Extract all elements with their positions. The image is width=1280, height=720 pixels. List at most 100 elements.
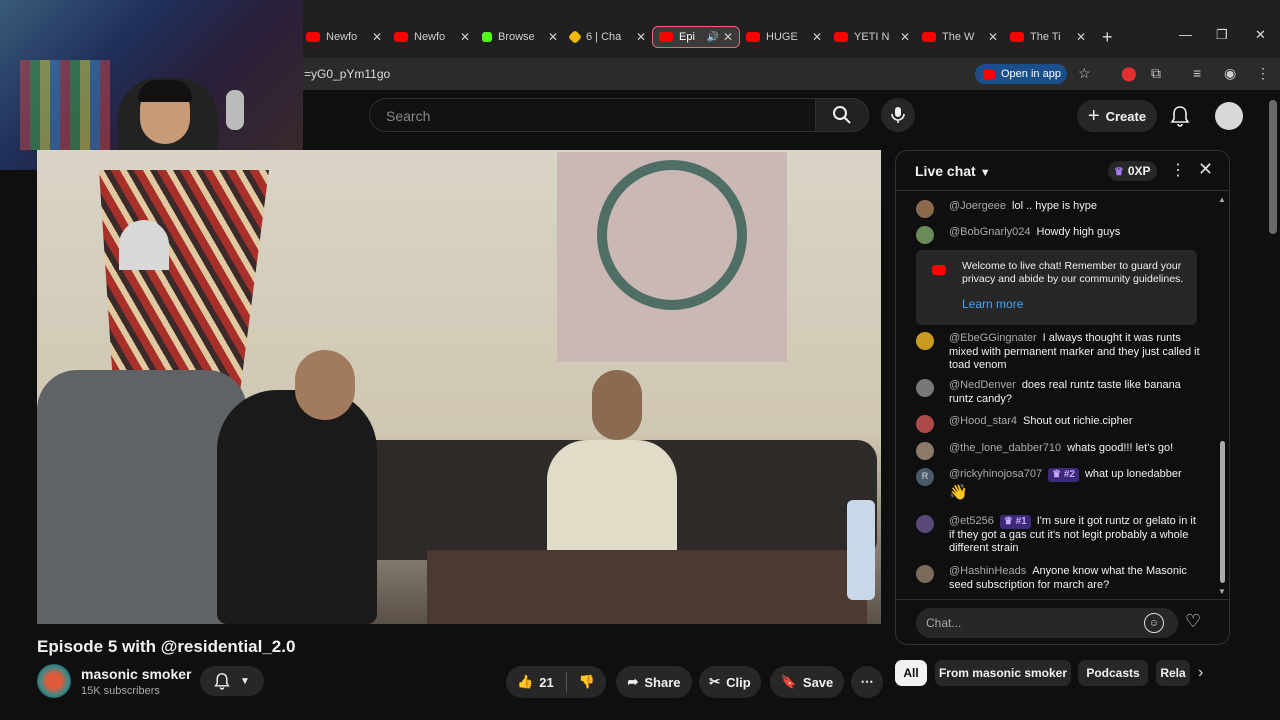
live-chat-title-dropdown[interactable]: Live chat ▼	[915, 163, 991, 179]
avatar[interactable]	[916, 226, 934, 244]
tab-label: The W	[942, 31, 975, 43]
chip-related[interactable]: Rela	[1156, 660, 1190, 686]
youtube-icon	[659, 32, 673, 42]
chip-all[interactable]: All	[895, 660, 927, 686]
close-tab-icon[interactable]: ✕	[636, 30, 646, 44]
dislike-button[interactable]: 👎	[579, 674, 595, 690]
close-tab-icon[interactable]: ✕	[1076, 30, 1086, 44]
avatar[interactable]	[916, 442, 934, 460]
browser-tab[interactable]: Browse ✕	[476, 26, 564, 48]
browser-tab[interactable]: The Ti ✕	[1004, 26, 1092, 48]
speaker-icon[interactable]: 🔊	[706, 32, 718, 43]
crown-icon: ♛	[1114, 165, 1124, 178]
channel-name[interactable]: masonic smoker	[81, 666, 192, 682]
like-dislike-group: 👍 21 👎	[506, 666, 606, 698]
thumbs-up-icon: 👍	[517, 674, 534, 689]
chat-author[interactable]: @NedDenver	[949, 379, 1016, 391]
clip-button[interactable]: ✂ Clip	[699, 666, 761, 698]
browser-tab[interactable]: YETI N ✕	[828, 26, 916, 48]
member-rank-badge: ♛ #2	[1048, 468, 1079, 482]
url-text[interactable]: =yG0_pYm11go	[304, 67, 390, 81]
browser-tab[interactable]: HUGE ✕	[740, 26, 828, 48]
avatar[interactable]	[916, 565, 934, 583]
water-bottle	[847, 500, 875, 600]
open-in-app-button[interactable]: Open in app	[975, 64, 1067, 84]
minimize-button[interactable]: —	[1179, 27, 1192, 42]
chat-text: Shout out richie.cipher	[1023, 415, 1133, 427]
browser-tab[interactable]: The W ✕	[916, 26, 1004, 48]
browser-tab[interactable]: Newfo ✕	[388, 26, 476, 48]
avatar[interactable]	[916, 515, 934, 533]
close-window-button[interactable]: ✕	[1255, 27, 1266, 43]
page-scrollbar-thumb[interactable]	[1269, 100, 1277, 234]
guest-head	[592, 370, 642, 440]
thumbs-down-icon: 👎	[578, 674, 595, 689]
scroll-down-arrow[interactable]: ▼	[1218, 587, 1226, 596]
learn-more-link[interactable]: Learn more	[962, 297, 1023, 311]
heart-icon[interactable]: ♡	[1185, 611, 1201, 632]
close-tab-icon[interactable]: ✕	[460, 30, 470, 44]
scroll-up-arrow[interactable]: ▲	[1218, 195, 1226, 204]
emoji-icon[interactable]: ☺	[1144, 613, 1164, 633]
search-input[interactable]: Search	[369, 98, 816, 132]
close-tab-icon[interactable]: ✕	[548, 30, 558, 44]
chat-text: Howdy high guys	[1036, 226, 1121, 238]
close-icon[interactable]: ✕	[1198, 159, 1213, 180]
chat-author[interactable]: @HashinHeads	[949, 565, 1026, 577]
notifications-bell-icon[interactable]	[1170, 105, 1190, 127]
search-button[interactable]	[815, 98, 869, 132]
chevron-right-icon[interactable]: ›	[1198, 664, 1203, 682]
menu-icon[interactable]: ⋮	[1256, 65, 1270, 82]
restore-button[interactable]: ❐	[1216, 27, 1228, 43]
like-button[interactable]: 👍 21	[517, 674, 554, 690]
account-avatar[interactable]	[1215, 102, 1243, 130]
chat-author[interactable]: @Hood_star4	[949, 415, 1017, 427]
scissors-icon: ✂	[709, 674, 721, 689]
media-control-icon[interactable]: ≡	[1193, 65, 1201, 81]
webcam-cap	[138, 80, 192, 102]
close-tab-icon[interactable]: ✕	[900, 30, 910, 44]
subscription-bell-button[interactable]: ▼	[200, 666, 264, 696]
more-options-icon[interactable]: ⋮	[1170, 160, 1186, 180]
share-button[interactable]: ➦ Share	[616, 666, 692, 698]
chat-input[interactable]: Chat...	[916, 608, 1178, 638]
chat-message: @NedDenver does real runtz taste like ban…	[916, 379, 1201, 406]
avatar[interactable]	[916, 415, 934, 433]
chat-author[interactable]: @the_lone_dabber710	[949, 442, 1061, 454]
browser-tab[interactable]: 6 | Cha ✕	[564, 26, 652, 48]
chat-author[interactable]: @rickyhinojosa707	[949, 468, 1042, 480]
more-actions-button[interactable]: ⋯	[851, 666, 883, 698]
chat-scrollbar-thumb[interactable]	[1220, 441, 1225, 583]
chip-podcasts[interactable]: Podcasts	[1078, 660, 1148, 686]
chat-author[interactable]: @BobGnarly024	[949, 226, 1031, 238]
close-tab-icon[interactable]: ✕	[988, 30, 998, 44]
extension-red-icon[interactable]: ⬤	[1121, 65, 1137, 82]
xp-badge[interactable]: ♛ 0XP	[1108, 161, 1157, 181]
chip-from-channel[interactable]: From masonic smoker	[935, 660, 1071, 686]
chat-author[interactable]: @Joergeee	[949, 200, 1006, 212]
extensions-icon[interactable]: ⧉	[1151, 65, 1161, 82]
channel-avatar[interactable]	[37, 664, 71, 698]
chat-author[interactable]: @et5256	[949, 515, 994, 527]
plus-icon: +	[1087, 104, 1100, 127]
close-tab-icon[interactable]: ✕	[812, 30, 822, 44]
star-icon[interactable]: ☆	[1078, 65, 1091, 82]
new-tab-button[interactable]: +	[1102, 27, 1113, 48]
browser-tab[interactable]: Newfo ✕	[300, 26, 388, 48]
create-button[interactable]: + Create	[1077, 100, 1157, 132]
browser-tab-active[interactable]: Epi 🔊 ✕	[652, 26, 740, 48]
profile-icon[interactable]: ◉	[1224, 65, 1236, 82]
avatar[interactable]	[916, 379, 934, 397]
live-chat-header: Live chat ▼ ♛ 0XP ⋮ ✕	[896, 151, 1229, 191]
webcam-background-shelf	[20, 60, 110, 150]
close-tab-icon[interactable]: ✕	[723, 30, 733, 44]
close-tab-icon[interactable]: ✕	[372, 30, 382, 44]
avatar[interactable]	[916, 200, 934, 218]
avatar[interactable]	[916, 332, 934, 350]
avatar[interactable]: R	[916, 468, 934, 486]
tab-list: Newfo ✕ Newfo ✕ Browse ✕ 6 | Cha ✕ Epi 🔊 ✕ HUG…	[300, 26, 1113, 48]
save-button[interactable]: 🔖 Save	[770, 666, 844, 698]
voice-search-button[interactable]	[881, 98, 915, 132]
chat-author[interactable]: @EbeGGingnater	[949, 332, 1037, 344]
video-player[interactable]	[37, 150, 881, 624]
